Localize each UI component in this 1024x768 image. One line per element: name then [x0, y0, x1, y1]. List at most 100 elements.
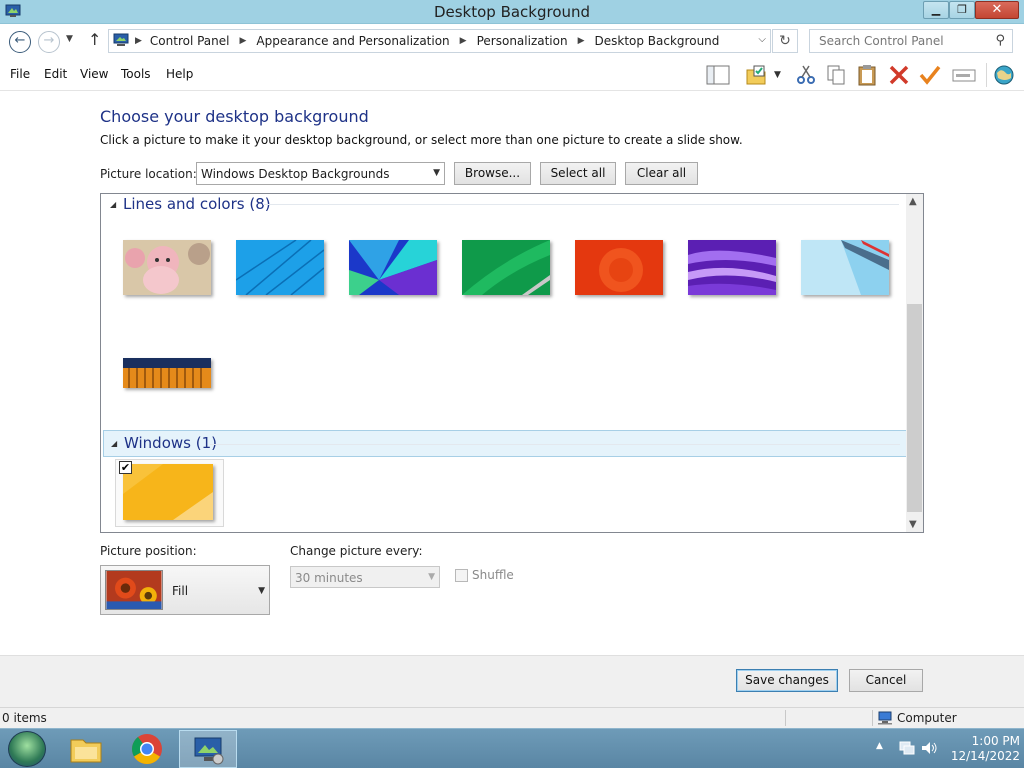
search-placeholder: Search Control Panel: [819, 34, 944, 48]
wallpaper-thumbnail[interactable]: [349, 240, 437, 295]
paste-icon[interactable]: [855, 64, 879, 86]
chevron-down-icon: ▼: [258, 586, 265, 596]
wallpaper-thumbnail[interactable]: [575, 240, 663, 295]
globe-icon[interactable]: [992, 64, 1016, 86]
page-instructions: Click a picture to make it your desktop …: [100, 133, 743, 147]
shuffle-checkbox: [455, 569, 468, 582]
group-header-lines-and-colors[interactable]: ◢ Lines and colors (8): [103, 194, 903, 216]
main-content: Choose your desktop background Click a p…: [0, 91, 1024, 655]
copy-icon[interactable]: [824, 64, 848, 86]
change-picture-label: Change picture every:: [290, 544, 423, 558]
cancel-button[interactable]: Cancel: [849, 669, 923, 692]
gallery-scrollbar[interactable]: ▲ ▼: [906, 194, 923, 532]
scroll-down-icon[interactable]: ▼: [909, 519, 917, 530]
undo-check-icon[interactable]: [918, 64, 942, 86]
recent-locations-button[interactable]: ▼: [66, 34, 73, 44]
cut-icon[interactable]: [794, 64, 818, 86]
page-title: Choose your desktop background: [100, 107, 369, 126]
menu-help[interactable]: Help: [166, 67, 193, 81]
menu-tools[interactable]: Tools: [121, 67, 151, 81]
volume-icon[interactable]: [920, 740, 938, 756]
group-header-windows[interactable]: ◢ Windows (1): [103, 430, 907, 457]
breadcrumb-separator-icon[interactable]: ▶: [578, 36, 585, 46]
picture-location-select[interactable]: Windows Desktop Backgrounds ▼: [196, 162, 445, 185]
collapse-icon[interactable]: ◢: [111, 439, 117, 448]
status-bar: 0 items Computer: [0, 707, 1024, 728]
group-label: Lines and colors (8): [123, 195, 271, 213]
wallpaper-thumbnail[interactable]: [688, 240, 776, 295]
wallpaper-thumbnail[interactable]: [801, 240, 889, 295]
scrollbar-thumb[interactable]: [907, 304, 922, 512]
close-button[interactable]: ✕: [975, 1, 1019, 19]
picture-position-label: Picture position:: [100, 544, 197, 558]
layout-icon[interactable]: [706, 64, 730, 86]
chevron-down-icon: ▼: [428, 572, 435, 582]
address-bar[interactable]: ▶ Control Panel ▶ Appearance and Persona…: [108, 29, 771, 53]
breadcrumb-desktop-background[interactable]: Desktop Background: [595, 34, 720, 48]
clear-all-button[interactable]: Clear all: [625, 162, 698, 185]
rename-icon[interactable]: [952, 64, 976, 86]
search-icon[interactable]: ⚲: [995, 33, 1005, 48]
delete-icon[interactable]: [887, 64, 911, 86]
menu-bar: File Edit View Tools Help ▼: [0, 59, 1024, 91]
close-icon: ✕: [991, 2, 1003, 17]
restore-icon: ❐: [957, 3, 967, 16]
wallpaper-thumbnail[interactable]: [462, 240, 550, 295]
wallpaper-thumbnail-windows[interactable]: [123, 464, 213, 520]
group-divider: [210, 444, 900, 445]
flower-preview-icon: [105, 570, 163, 610]
show-hidden-icons[interactable]: ▲: [876, 741, 883, 751]
breadcrumb-personalization[interactable]: Personalization: [477, 34, 568, 48]
picture-position-value: Fill: [172, 584, 189, 598]
back-button[interactable]: ←: [9, 31, 31, 53]
system-clock[interactable]: 1:00 PM 12/14/2022: [944, 734, 1020, 764]
minimize-button[interactable]: ▁: [923, 1, 949, 19]
network-icon[interactable]: [898, 740, 916, 756]
save-changes-button[interactable]: Save changes: [736, 669, 838, 692]
start-button[interactable]: [8, 731, 46, 767]
title-bar: Desktop Background ▁ ❐ ✕: [0, 0, 1024, 24]
change-picture-value: 30 minutes: [295, 571, 363, 585]
breadcrumb-control-panel[interactable]: Control Panel: [150, 34, 230, 48]
chrome-icon[interactable]: [118, 730, 176, 768]
change-picture-select: 30 minutes ▼: [290, 566, 440, 588]
breadcrumb-separator-icon[interactable]: ▶: [240, 36, 247, 46]
window-title: Desktop Background: [433, 3, 591, 21]
wallpaper-thumbnail[interactable]: [236, 240, 324, 295]
minimize-icon: ▁: [931, 3, 941, 16]
wallpaper-thumbnail[interactable]: [123, 240, 211, 295]
address-row: ← → ▼ ↑ ▶ Control Panel ▶ Appearance and…: [0, 25, 1024, 59]
folder-properties-icon[interactable]: [745, 64, 769, 86]
breadcrumb-separator-icon[interactable]: ▶: [460, 36, 467, 46]
menu-edit[interactable]: Edit: [44, 67, 67, 81]
wallpaper-checkbox[interactable]: ✔: [119, 461, 132, 474]
menu-view[interactable]: View: [80, 67, 108, 81]
select-all-button[interactable]: Select all: [540, 162, 616, 185]
toolbar-separator: [986, 63, 987, 87]
menu-file[interactable]: File: [10, 67, 30, 81]
clock-date: 12/14/2022: [950, 749, 1020, 763]
picture-location-label: Picture location:: [100, 167, 197, 181]
forward-arrow-icon: →: [43, 33, 55, 48]
refresh-icon: ↻: [779, 33, 791, 49]
breadcrumb: ▶ Control Panel ▶ Appearance and Persona…: [135, 34, 719, 48]
address-dropdown-icon[interactable]: ⌵: [758, 34, 766, 45]
collapse-icon[interactable]: ◢: [110, 200, 116, 209]
picture-position-select[interactable]: Fill ▼: [100, 565, 270, 615]
zone-label: Computer: [897, 711, 957, 725]
taskbar: ▲ 1:00 PM 12/14/2022: [0, 728, 1024, 768]
group-divider: [263, 204, 899, 205]
up-arrow-icon[interactable]: ↑: [88, 30, 101, 49]
control-panel-icon: [194, 737, 224, 765]
maximize-button[interactable]: ❐: [949, 1, 975, 19]
scroll-up-icon[interactable]: ▲: [909, 196, 917, 207]
forward-button[interactable]: →: [38, 31, 60, 53]
search-input[interactable]: Search Control Panel ⚲: [809, 29, 1013, 53]
breadcrumb-appearance[interactable]: Appearance and Personalization: [256, 34, 449, 48]
file-explorer-icon[interactable]: [57, 730, 115, 768]
browse-button[interactable]: Browse...: [454, 162, 531, 185]
wallpaper-thumbnail[interactable]: [123, 358, 211, 388]
refresh-button[interactable]: ↻: [772, 29, 798, 53]
taskbar-control-panel[interactable]: [179, 730, 237, 768]
breadcrumb-separator-icon[interactable]: ▶: [135, 36, 142, 46]
